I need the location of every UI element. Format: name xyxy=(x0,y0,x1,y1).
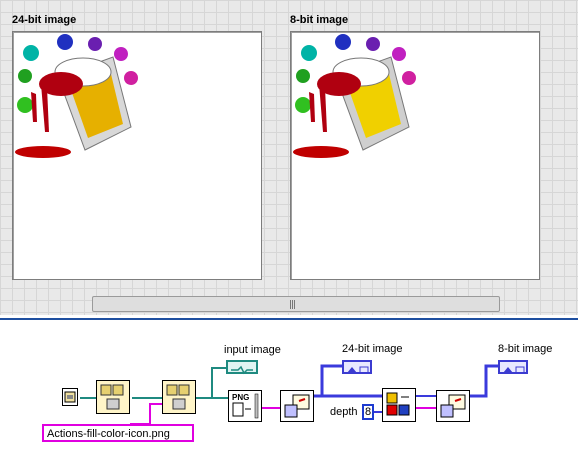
draw-pixmap-icon xyxy=(284,394,310,418)
file-dialog-icon[interactable] xyxy=(62,388,78,406)
folder-icon xyxy=(64,391,76,403)
picture-indicator-icon xyxy=(347,366,369,374)
png-label: PNG xyxy=(232,393,250,402)
draw-pixmap-node-2[interactable] xyxy=(436,390,470,422)
convert-depth-node[interactable] xyxy=(382,388,416,422)
read-png-node[interactable]: PNG xyxy=(228,390,262,422)
out24-terminal[interactable] xyxy=(342,360,372,374)
input-image-label: input image xyxy=(224,344,281,356)
color-convert-icon xyxy=(386,392,410,416)
wires xyxy=(80,364,498,425)
out8-label: 8-bit image xyxy=(498,343,553,355)
build-path-icon xyxy=(100,384,124,410)
picture-indicator-icon xyxy=(503,366,525,374)
strip-path-node[interactable] xyxy=(162,380,196,414)
draw-pixmap-icon xyxy=(440,394,466,418)
out24-label: 24-bit image xyxy=(342,343,403,355)
draw-flattened-pixmap-node[interactable] xyxy=(280,390,314,422)
strip-path-icon xyxy=(166,384,190,410)
image-refnum-icon xyxy=(231,365,253,375)
depth-constant[interactable]: 8 xyxy=(362,404,374,420)
build-path-node[interactable] xyxy=(96,380,130,414)
path-constant[interactable]: Actions-fill-color-icon.png xyxy=(42,424,194,442)
out8-terminal[interactable] xyxy=(498,360,528,374)
input-image-terminal[interactable] xyxy=(226,360,258,375)
depth-label: depth xyxy=(330,406,358,418)
